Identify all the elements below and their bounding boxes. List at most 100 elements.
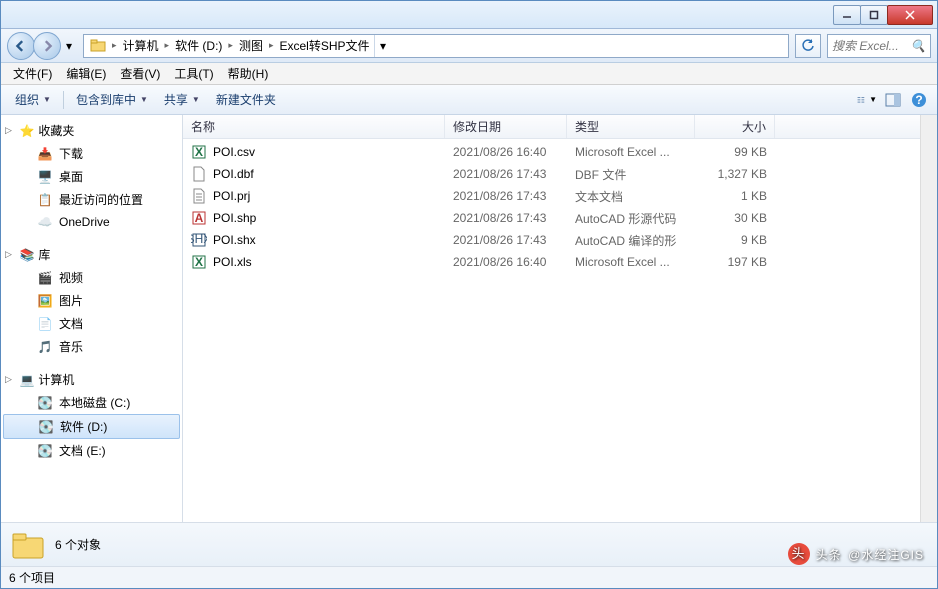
svg-text:X: X — [195, 255, 203, 269]
history-dropdown[interactable]: ▾ — [61, 36, 77, 56]
vertical-scrollbar[interactable] — [920, 115, 937, 522]
nav-buttons: ▾ — [7, 32, 77, 60]
separator — [63, 91, 64, 109]
preview-pane-button[interactable] — [883, 90, 903, 110]
minimize-button[interactable] — [833, 5, 861, 25]
main-area: ▷⭐ 收藏夹 📥下载 🖥️桌面 📋最近访问的位置 ☁️OneDrive ▷📚 库… — [1, 115, 937, 522]
column-name[interactable]: 名称 — [183, 115, 445, 138]
file-date: 2021/08/26 16:40 — [445, 255, 567, 269]
chevron-right-icon: ▸ — [165, 40, 170, 51]
object-count-label: 6 个对象 — [55, 536, 101, 553]
file-type-icon — [191, 188, 207, 204]
file-type-icon: A — [191, 210, 207, 226]
menu-help[interactable]: 帮助(H) — [222, 63, 275, 84]
sidebar-item-drive-d[interactable]: 💽软件 (D:) — [3, 414, 180, 439]
chevron-right-icon: ▸ — [112, 40, 117, 51]
folder-icon — [90, 38, 106, 54]
file-date: 2021/08/26 17:43 — [445, 167, 567, 181]
music-icon: 🎵 — [37, 339, 53, 355]
file-date: 2021/08/26 17:43 — [445, 233, 567, 247]
sidebar-item-drive-c[interactable]: 💽本地磁盘 (C:) — [1, 391, 182, 414]
drive-icon: 💽 — [37, 395, 53, 411]
sidebar-libraries-header[interactable]: ▷📚 库 — [1, 243, 182, 266]
sidebar-favorites-header[interactable]: ▷⭐ 收藏夹 — [1, 119, 182, 142]
file-row[interactable]: POI.prj2021/08/26 17:43文本文档1 KB — [183, 185, 920, 207]
file-type: AutoCAD 形源代码 — [567, 210, 695, 227]
breadcrumb-folder2[interactable]: Excel转SHP文件 — [275, 35, 373, 57]
menu-bar: 文件(F) 编辑(E) 查看(V) 工具(T) 帮助(H) — [1, 63, 937, 85]
organize-button[interactable]: 组织▼ — [9, 88, 57, 111]
explorer-window: ▾ ▸ 计算机 ▸ 软件 (D:) ▸ 测图 ▸ Excel转SHP文件 ▾ 搜… — [0, 0, 938, 589]
help-button[interactable]: ? — [909, 90, 929, 110]
menu-edit[interactable]: 编辑(E) — [60, 63, 112, 84]
view-options-button[interactable]: ▼ — [857, 90, 877, 110]
collapse-icon: ▷ — [5, 125, 12, 136]
chevron-down-icon: ▼ — [43, 95, 51, 104]
menu-view[interactable]: 查看(V) — [114, 63, 166, 84]
file-row[interactable]: XPOI.csv2021/08/26 16:40Microsoft Excel … — [183, 141, 920, 163]
close-button[interactable] — [887, 5, 933, 25]
collapse-icon: ▷ — [5, 374, 12, 385]
breadcrumb-folder1[interactable]: 测图 — [235, 35, 267, 57]
sidebar-item-drive-e[interactable]: 💽文档 (E:) — [1, 439, 182, 462]
chevron-right-icon: ▸ — [269, 40, 274, 51]
column-date[interactable]: 修改日期 — [445, 115, 567, 138]
menu-tools[interactable]: 工具(T) — [168, 63, 219, 84]
forward-button[interactable] — [33, 32, 61, 60]
file-name: POI.shp — [213, 211, 256, 225]
document-icon: 📄 — [37, 316, 53, 332]
sidebar-item-music[interactable]: 🎵音乐 — [1, 335, 182, 358]
file-row[interactable]: SHXPOI.shx2021/08/26 17:43AutoCAD 编译的形9 … — [183, 229, 920, 251]
column-type[interactable]: 类型 — [567, 115, 695, 138]
file-type-icon — [191, 166, 207, 182]
cloud-icon: ☁️ — [37, 214, 53, 230]
status-bar: 6 个项目 — [1, 566, 937, 588]
sidebar-item-desktop[interactable]: 🖥️桌面 — [1, 165, 182, 188]
file-name: POI.prj — [213, 189, 250, 203]
chevron-down-icon: ▼ — [140, 95, 148, 104]
sidebar-computer-header[interactable]: ▷💻 计算机 — [1, 368, 182, 391]
file-type: 文本文档 — [567, 188, 695, 205]
maximize-button[interactable] — [860, 5, 888, 25]
file-size: 197 KB — [695, 255, 775, 269]
column-size[interactable]: 大小 — [695, 115, 775, 138]
star-icon: ⭐ — [19, 123, 35, 139]
file-name: POI.dbf — [213, 167, 254, 181]
search-icon: 🔍 — [910, 38, 926, 54]
sidebar-item-recent[interactable]: 📋最近访问的位置 — [1, 188, 182, 211]
file-size: 30 KB — [695, 211, 775, 225]
file-type: Microsoft Excel ... — [567, 145, 695, 159]
status-item-count: 6 个项目 — [9, 569, 55, 586]
library-icon: 📚 — [19, 247, 35, 263]
menu-file[interactable]: 文件(F) — [7, 63, 58, 84]
folder-icon — [11, 528, 45, 562]
file-size: 99 KB — [695, 145, 775, 159]
file-row[interactable]: APOI.shp2021/08/26 17:43AutoCAD 形源代码30 K… — [183, 207, 920, 229]
file-rows: XPOI.csv2021/08/26 16:40Microsoft Excel … — [183, 139, 920, 522]
refresh-button[interactable] — [795, 34, 821, 58]
sidebar-item-onedrive[interactable]: ☁️OneDrive — [1, 211, 182, 233]
sidebar-item-downloads[interactable]: 📥下载 — [1, 142, 182, 165]
drive-icon: 💽 — [37, 443, 53, 459]
search-input[interactable]: 搜索 Excel...🔍 — [827, 34, 931, 58]
file-row[interactable]: XPOI.xls2021/08/26 16:40Microsoft Excel … — [183, 251, 920, 273]
breadcrumb-computer[interactable]: 计算机 — [119, 35, 163, 57]
new-folder-button[interactable]: 新建文件夹 — [210, 88, 282, 111]
file-type: Microsoft Excel ... — [567, 255, 695, 269]
computer-icon: 💻 — [19, 372, 35, 388]
include-in-library-button[interactable]: 包含到库中▼ — [70, 88, 154, 111]
file-list-area: 名称 修改日期 类型 大小 XPOI.csv2021/08/26 16:40Mi… — [183, 115, 920, 522]
address-dropdown[interactable]: ▾ — [374, 35, 392, 57]
share-button[interactable]: 共享▼ — [158, 88, 206, 111]
desktop-icon: 🖥️ — [37, 169, 53, 185]
video-icon: 🎬 — [37, 270, 53, 286]
back-button[interactable] — [7, 32, 35, 60]
sidebar-item-pictures[interactable]: 🖼️图片 — [1, 289, 182, 312]
sidebar-item-videos[interactable]: 🎬视频 — [1, 266, 182, 289]
address-bar[interactable]: ▸ 计算机 ▸ 软件 (D:) ▸ 测图 ▸ Excel转SHP文件 ▾ — [83, 34, 789, 58]
file-row[interactable]: POI.dbf2021/08/26 17:43DBF 文件1,327 KB — [183, 163, 920, 185]
chevron-right-icon: ▸ — [228, 40, 233, 51]
file-type-icon: SHX — [191, 232, 207, 248]
sidebar-item-documents[interactable]: 📄文档 — [1, 312, 182, 335]
breadcrumb-drive[interactable]: 软件 (D:) — [171, 35, 226, 57]
